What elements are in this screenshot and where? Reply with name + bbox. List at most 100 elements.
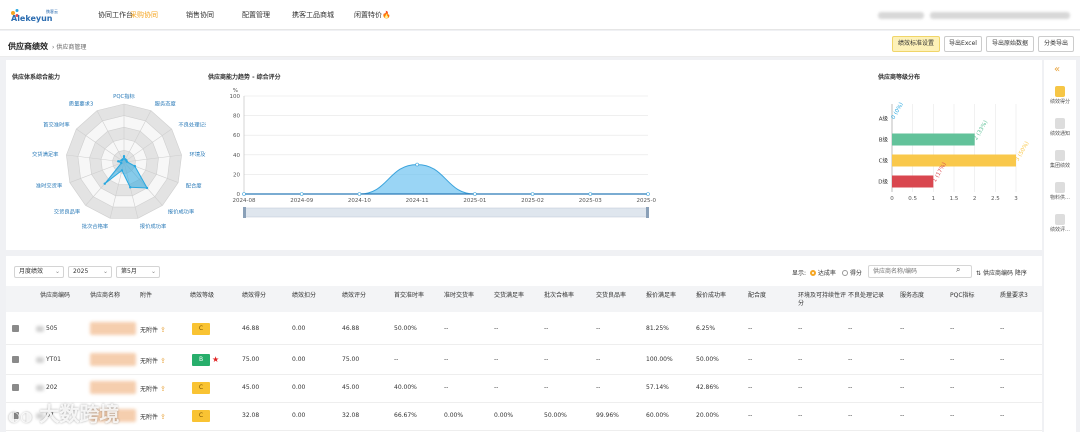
radio-score[interactable]: 得分 <box>842 268 862 277</box>
supplier-name-blurred[interactable] <box>90 381 136 394</box>
column-header[interactable]: 报价成功率 <box>696 292 744 300</box>
attachment-cell[interactable]: 无附件 ⇪ <box>140 412 166 421</box>
column-header[interactable]: 报价满足率 <box>646 292 694 300</box>
supplier-name-blurred[interactable] <box>90 322 136 335</box>
x-tick-label: 2 <box>973 196 977 202</box>
row-checkbox[interactable] <box>12 325 19 332</box>
nav-item-purchase[interactable]: 采购协同 <box>130 10 158 20</box>
attachment-label: 无附件 <box>140 386 159 393</box>
user-name-blurred[interactable] <box>930 12 1070 19</box>
supplier-code[interactable]: YT01 <box>46 356 61 363</box>
x-tick-label: 3 <box>1014 196 1018 202</box>
export-raw-data-button[interactable]: 导出原始数据 <box>986 36 1034 52</box>
metric-cell: -- <box>798 412 803 419</box>
column-header[interactable]: 首交准时率 <box>394 292 442 300</box>
nav-item-sales[interactable]: 销售协同 <box>186 10 214 20</box>
metric-cell: -- <box>494 325 499 332</box>
upload-icon[interactable]: ⇪ <box>160 357 166 365</box>
rail-item-group-kpi[interactable]: 集团绩效 <box>1047 150 1073 170</box>
x-tick-label: 2024-08 <box>233 198 256 204</box>
column-header[interactable]: 交货良品率 <box>596 292 644 300</box>
column-header[interactable]: 供应商编码 <box>40 292 88 300</box>
trend-chart: %1008060402002024-08 2024-09 2024-10 2024-1… <box>230 88 656 218</box>
period-select[interactable]: 月度绩效 ⌄ <box>14 266 64 278</box>
column-header[interactable]: 质量要求3 <box>1000 292 1044 300</box>
kpi-rating: 46.88 <box>342 325 360 332</box>
column-header[interactable]: 批次合格率 <box>544 292 592 300</box>
brand-logo[interactable]: Alekeyun 携客云 <box>8 7 70 23</box>
nav-item-mall[interactable]: 携客工品商城 <box>292 10 334 20</box>
column-header[interactable]: 绩效得分 <box>242 292 290 300</box>
rail-item-label: 绩效评… <box>1049 227 1070 233</box>
supplier-name-blurred[interactable] <box>90 353 136 366</box>
period-value: 月度绩效 <box>19 268 44 275</box>
search-icon[interactable]: ⌕ <box>956 265 960 275</box>
grade-badge: C <box>192 323 210 335</box>
zoom-slider[interactable] <box>243 207 649 218</box>
kpi-standard-settings-button[interactable]: 绩效标准设置 <box>892 36 940 52</box>
column-header[interactable]: 服务态度 <box>900 292 948 300</box>
rail-item-kpi-score[interactable]: 绩效得分 <box>1047 86 1073 106</box>
month-select[interactable]: 第5月 ⌄ <box>116 266 160 278</box>
rail-item-material[interactable]: 物料供… <box>1047 182 1073 202</box>
column-header[interactable]: 配合度 <box>748 292 796 300</box>
logo-text: Alekeyun <box>11 14 53 23</box>
document-icon <box>1055 214 1065 225</box>
column-header[interactable]: PQC指标 <box>950 292 998 300</box>
grade-data-label: 2 (33%) <box>973 120 989 142</box>
user-org-blurred[interactable] <box>878 12 924 19</box>
breadcrumb[interactable]: › 供应商管理 <box>52 42 86 51</box>
supplier-code-blurred <box>36 357 44 363</box>
radar-point <box>117 160 120 163</box>
rail-item-kpi-review[interactable]: 绩效评… <box>1047 214 1073 234</box>
nav-item-idle[interactable]: 闲置特价🔥 <box>354 10 391 20</box>
metric-cell: -- <box>596 325 601 332</box>
x-tick-label: 2025-02 <box>521 198 544 204</box>
radar-point <box>120 161 123 165</box>
upload-icon[interactable]: ⇪ <box>160 326 166 334</box>
metric-cell: -- <box>1000 412 1005 419</box>
attachment-cell[interactable]: 无附件 ⇪ <box>140 325 166 334</box>
export-excel-button[interactable]: 导出Excel <box>944 36 982 52</box>
metric-cell: 40.00% <box>394 384 417 391</box>
rail-item-kpi-notice[interactable]: 绩效通知 <box>1047 118 1073 138</box>
zoom-handle-left[interactable] <box>243 207 246 218</box>
metric-cell: 100.00% <box>646 356 673 363</box>
attachment-cell[interactable]: 无附件 ⇪ <box>140 356 166 365</box>
column-header[interactable]: 附件 <box>140 292 188 300</box>
column-header[interactable]: 供应商名称 <box>90 292 138 300</box>
radio-rate[interactable]: 达成率 <box>810 268 836 277</box>
collapse-icon[interactable]: « <box>1054 64 1060 75</box>
radio-score-label: 得分 <box>849 270 862 277</box>
page-header: 供应商绩效 › 供应商管理 绩效标准设置 导出Excel 导出原始数据 分类导出 <box>0 31 1080 57</box>
column-header[interactable]: 交货满足率 <box>494 292 542 300</box>
metric-cell: 99.96% <box>596 412 619 419</box>
column-header[interactable]: 准时交货率 <box>444 292 492 300</box>
sort-control[interactable]: ⇅ 供应商编码 降序 <box>976 268 1027 277</box>
grade-badge: C <box>192 382 210 394</box>
zoom-handle-right[interactable] <box>646 207 649 218</box>
upload-icon[interactable]: ⇪ <box>160 385 166 393</box>
column-header[interactable]: 绩效等级 <box>190 292 238 300</box>
category-export-button[interactable]: 分类导出 <box>1038 36 1074 52</box>
supplier-code[interactable]: 202 <box>46 384 57 391</box>
column-header[interactable]: 绩效扣分 <box>292 292 340 300</box>
row-checkbox[interactable] <box>12 356 19 363</box>
column-header[interactable]: 环境及可持续性评分 <box>798 292 846 308</box>
upload-icon[interactable]: ⇪ <box>160 413 166 421</box>
metric-cell: -- <box>798 325 803 332</box>
nav-item-workbench[interactable]: 协同工作台 <box>98 10 133 20</box>
metric-cell: -- <box>900 325 905 332</box>
supplier-code[interactable]: 505 <box>46 325 57 332</box>
row-checkbox[interactable] <box>12 384 19 391</box>
column-header[interactable]: 绩效评分 <box>342 292 390 300</box>
nav-item-config[interactable]: 配置管理 <box>242 10 270 20</box>
grade-data-label: 0 (0%) <box>891 102 905 121</box>
metric-cell: -- <box>444 356 449 363</box>
year-select[interactable]: 2025 ⌄ <box>68 266 112 278</box>
watermark-icon: ◐◑ <box>8 409 33 425</box>
metric-cell: 50.00% <box>544 412 567 419</box>
metric-cell: 0.00% <box>494 412 514 419</box>
attachment-cell[interactable]: 无附件 ⇪ <box>140 384 166 393</box>
column-header[interactable]: 不良处理记录 <box>848 292 898 300</box>
